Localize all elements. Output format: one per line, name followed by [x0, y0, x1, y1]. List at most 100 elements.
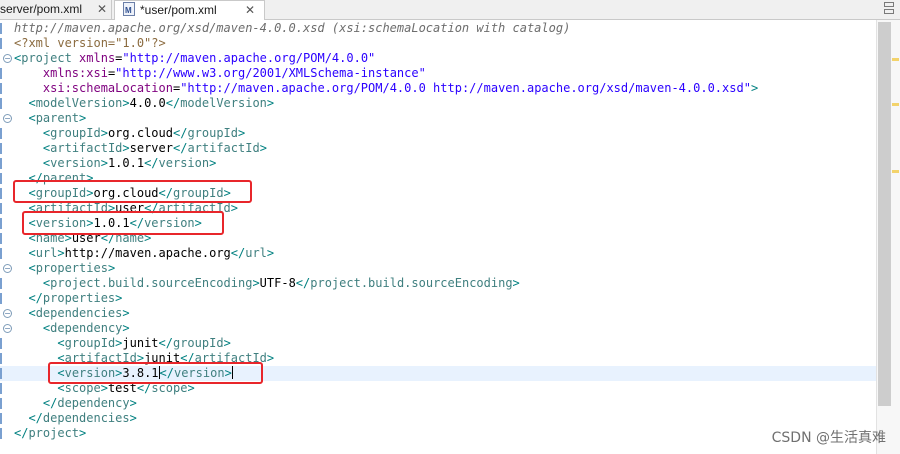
code-token: modelVersion	[180, 96, 267, 110]
line-gutter	[0, 366, 12, 381]
change-marker-icon	[0, 353, 2, 364]
fold-toggle-icon[interactable]: −	[3, 324, 12, 333]
line-gutter: −	[0, 306, 12, 321]
code-text: </project>	[14, 426, 86, 441]
change-marker-icon	[0, 158, 2, 169]
code-text: <groupId>org.cloud</groupId>	[14, 126, 245, 141]
change-marker-icon	[0, 203, 2, 214]
line-gutter: −	[0, 321, 12, 336]
fold-toggle-icon[interactable]: −	[3, 54, 12, 63]
minimize-maximize-icon[interactable]	[884, 2, 894, 14]
code-token: version	[158, 156, 210, 170]
code-token: >	[122, 96, 130, 110]
code-line[interactable]: <version>1.0.1</version>	[0, 156, 876, 171]
change-marker-icon	[0, 23, 2, 34]
code-token: groupId	[172, 336, 224, 350]
code-token: groupId	[187, 126, 239, 140]
close-icon[interactable]: ✕	[97, 0, 107, 18]
line-gutter	[0, 186, 12, 201]
code-token: </	[42, 396, 58, 410]
tab-label: *user/pom.xml	[140, 3, 217, 17]
code-token: http://maven.apache.org/xsd/maven-4.0.0.…	[14, 21, 571, 35]
code-line[interactable]: <project.build.sourceEncoding>UTF-8</pro…	[0, 276, 876, 291]
code-line[interactable]: − <parent>	[0, 111, 876, 126]
code-text: <dependency>	[14, 321, 130, 336]
overview-marker[interactable]	[892, 170, 899, 173]
code-text: <project.build.sourceEncoding>UTF-8</pro…	[14, 276, 520, 291]
change-marker-icon	[0, 128, 2, 139]
overview-marker[interactable]	[892, 58, 899, 61]
overview-marker[interactable]	[892, 103, 899, 106]
line-gutter	[0, 156, 12, 171]
code-token: org.cloud	[107, 126, 173, 140]
fold-toggle-icon[interactable]: −	[3, 114, 12, 123]
code-token: >	[107, 261, 116, 275]
code-line[interactable]: </project>	[0, 426, 876, 441]
code-token: 4.0.0	[129, 96, 166, 110]
fold-toggle-icon[interactable]: −	[3, 309, 12, 318]
code-line[interactable]: <url>http://maven.apache.org</url>	[0, 246, 876, 261]
tab-user-pom[interactable]: *user/pom.xml ✕	[114, 0, 265, 20]
code-line[interactable]: − <properties>	[0, 261, 876, 276]
highlight-box-groupid	[13, 180, 252, 203]
code-line[interactable]: <?xml version="1.0"?>	[0, 36, 876, 51]
code-token: >	[266, 351, 275, 365]
close-icon[interactable]: ✕	[245, 1, 255, 19]
code-token: <	[28, 306, 36, 320]
code-line[interactable]: <groupId>junit</groupId>	[0, 336, 876, 351]
code-line[interactable]: <modelVersion>4.0.0</modelVersion>	[0, 96, 876, 111]
line-gutter	[0, 231, 12, 246]
code-line[interactable]: </dependencies>	[0, 411, 876, 426]
code-line[interactable]: xsi:schemaLocation="http://maven.apache.…	[0, 81, 876, 96]
line-gutter	[0, 201, 12, 216]
code-line[interactable]: </dependency>	[0, 396, 876, 411]
code-line[interactable]: − <project xmlns="http://maven.apache.org…	[0, 51, 876, 66]
line-gutter	[0, 126, 12, 141]
code-token: >	[266, 96, 275, 110]
code-line[interactable]: <artifactId>server</artifactId>	[0, 141, 876, 156]
code-token: >	[209, 156, 217, 170]
code-line[interactable]: − <dependency>	[0, 321, 876, 336]
code-line[interactable]: </properties>	[0, 291, 876, 306]
code-token: >	[750, 81, 759, 95]
code-token: properties	[42, 291, 116, 305]
line-gutter	[0, 411, 12, 426]
xml-editor[interactable]: http://maven.apache.org/xsd/maven-4.0.0.…	[0, 20, 876, 454]
code-line[interactable]: <groupId>org.cloud</groupId>	[0, 126, 876, 141]
code-token: "http://maven.apache.org/POM/4.0.0 http:…	[180, 81, 751, 95]
code-token: >	[129, 411, 137, 425]
code-token: </	[172, 141, 188, 155]
code-token: >	[122, 141, 130, 155]
code-token: dependencies	[35, 306, 123, 320]
vertical-scrollbar[interactable]	[878, 22, 891, 406]
code-token: >	[230, 201, 239, 215]
code-token: <	[28, 96, 36, 110]
code-line[interactable]: − <dependencies>	[0, 306, 876, 321]
editor-tab-bar: server/pom.xml ✕ *user/pom.xml ✕	[0, 0, 900, 20]
line-gutter	[0, 351, 12, 366]
line-gutter	[0, 291, 12, 306]
code-token: 1.0.1	[107, 156, 145, 170]
change-marker-icon	[0, 143, 2, 154]
line-gutter	[0, 66, 12, 81]
code-token: <	[28, 111, 36, 125]
line-gutter	[0, 216, 12, 231]
code-line[interactable]: http://maven.apache.org/xsd/maven-4.0.0.…	[0, 21, 876, 36]
fold-toggle-icon[interactable]: −	[3, 264, 12, 273]
code-token: >	[252, 276, 260, 290]
code-text: <dependencies>	[14, 306, 129, 321]
tab-server-pom[interactable]: server/pom.xml ✕	[0, 0, 112, 19]
code-token: dependencies	[42, 411, 130, 425]
code-token: >	[223, 336, 231, 350]
code-token: >	[512, 276, 520, 290]
line-gutter	[0, 426, 12, 441]
code-line[interactable]: xmlns:xsi="http://www.w3.org/2001/XMLSch…	[0, 66, 876, 81]
watermark: CSDN @生活真难	[771, 430, 886, 446]
code-token: xsi:schemaLocation	[42, 81, 173, 95]
